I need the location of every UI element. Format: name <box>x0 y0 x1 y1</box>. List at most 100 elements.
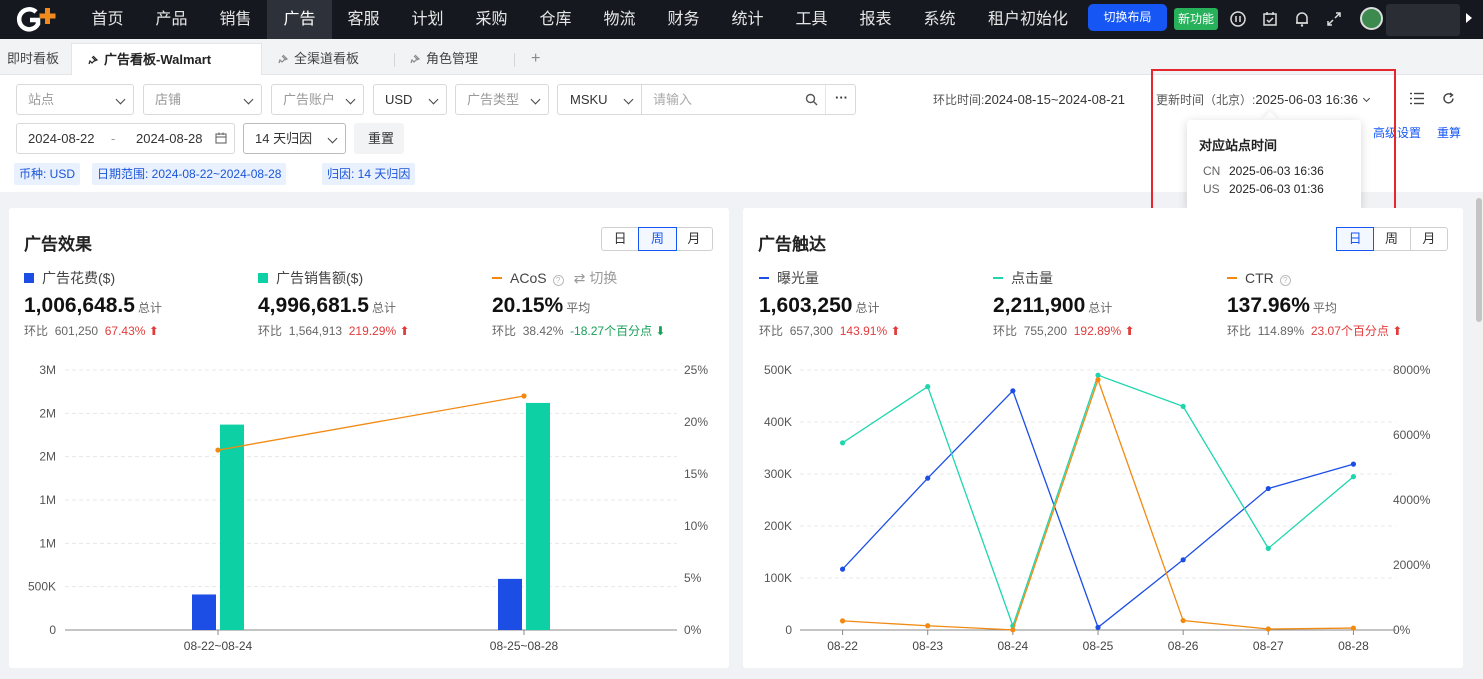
sku-type-select[interactable]: MSKU <box>558 85 641 114</box>
data-point <box>1010 388 1016 394</box>
search-input[interactable]: 请输入 <box>653 85 692 114</box>
user-name-block[interactable] <box>1386 4 1460 36</box>
bell-icon[interactable] <box>1293 10 1311 28</box>
scrollbar-thumb[interactable] <box>1476 198 1482 322</box>
chevron-down-icon <box>428 94 439 105</box>
period-toggle[interactable]: 日周月 <box>1336 227 1448 251</box>
nav-item[interactable]: 销售 <box>219 0 252 39</box>
nav-item[interactable]: 租户初始化 <box>987 0 1069 39</box>
period-month[interactable]: 月 <box>676 228 712 250</box>
chevron-down-icon <box>345 94 356 105</box>
data-point <box>925 475 931 481</box>
fullscreen-icon[interactable] <box>1325 10 1343 28</box>
recalculate-link[interactable]: 重算 <box>1437 124 1461 141</box>
legend-swatch <box>759 277 769 279</box>
pause-icon[interactable] <box>1229 10 1247 28</box>
bar <box>192 594 216 630</box>
caret-right-icon[interactable] <box>1466 13 1472 23</box>
legend-swatch <box>24 273 34 283</box>
attribution-select[interactable]: 14 天归因 <box>243 123 346 154</box>
switch-link[interactable]: 切换 <box>589 270 617 286</box>
data-point <box>1180 557 1186 563</box>
x-tick-label: 08-25~08-28 <box>490 639 559 653</box>
nav-item[interactable]: 首页 <box>91 0 124 39</box>
period-toggle[interactable]: 日周月 <box>601 227 713 251</box>
help-icon[interactable]: ? <box>1279 275 1291 286</box>
data-point <box>521 393 527 399</box>
calendar-check-icon[interactable] <box>1261 10 1279 28</box>
data-point <box>839 440 846 446</box>
site-select[interactable]: 站点 <box>16 84 134 115</box>
reset-button[interactable]: 重置 <box>354 123 404 154</box>
y2-tick-label: 8000% <box>1393 363 1431 377</box>
logo-icon[interactable] <box>14 6 60 33</box>
data-point <box>1180 617 1186 624</box>
new-feature-button[interactable]: 新功能 <box>1174 8 1218 30</box>
y-tick-label: 0 <box>785 623 792 637</box>
nav-item[interactable]: 采购 <box>475 0 508 39</box>
x-tick-label: 08-28 <box>1338 639 1369 653</box>
switch-layout-button[interactable]: 切换布局 <box>1088 4 1167 31</box>
data-point <box>1010 627 1016 633</box>
metric-ctr: CTR? 137.96% 平均 环比 114.89% 23.07个百分点 ⬆ <box>1227 270 1403 338</box>
tab-walmart-ad-board[interactable]: 广告看板-Walmart <box>71 43 262 75</box>
legend-swatch <box>492 277 502 279</box>
store-select[interactable]: 店铺 <box>143 84 262 115</box>
tab-omnichannel-board[interactable]: 全渠道看板 <box>278 43 359 75</box>
period-day[interactable]: 日 <box>1336 227 1375 251</box>
avatar[interactable] <box>1360 7 1383 30</box>
x-tick-label: 08-26 <box>1168 639 1199 653</box>
ad-type-select[interactable]: 广告类型 <box>455 84 549 115</box>
y2-tick-label: 4000% <box>1393 493 1431 507</box>
bar <box>526 402 550 630</box>
nav-item[interactable]: 客服 <box>347 0 380 39</box>
data-point <box>1350 461 1357 467</box>
help-icon[interactable]: ? <box>552 275 564 286</box>
period-day[interactable]: 日 <box>602 228 640 250</box>
pin-icon <box>410 54 420 64</box>
metric-clicks: 点击量 2,211,900 总计 环比 755,200 192.89% ⬆ <box>993 270 1135 338</box>
ad-performance-chart[interactable]: 0 500K 1M 1M 2M 2M 3M 0% 5% 10% 15% 20% 25% 08-22~08-… <box>9 358 729 663</box>
nav-item[interactable]: 计划 <box>411 0 444 39</box>
nav-item[interactable]: 仓库 <box>539 0 572 39</box>
nav-item[interactable]: 系统 <box>923 0 956 39</box>
nav-item[interactable]: 统计 <box>731 0 764 39</box>
more-button[interactable]: ··· <box>835 83 848 112</box>
nav-item[interactable]: 物流 <box>603 0 636 39</box>
nav-item[interactable]: 广告 <box>267 0 332 39</box>
y-tick-label: 1M <box>39 536 56 550</box>
nav-item[interactable]: 报表 <box>859 0 892 39</box>
metric-acos: ACoS? ⇄ 切换 20.15% 平均 环比 38.42% -18.27个百分点 ⬇ <box>492 270 666 338</box>
ad-account-select[interactable]: 广告账户 <box>271 84 364 115</box>
add-tab-button[interactable]: + <box>531 43 540 75</box>
legend-swatch <box>993 277 1003 279</box>
period-month[interactable]: 月 <box>1411 228 1447 250</box>
y-tick-label: 400K <box>764 415 792 429</box>
currency-select[interactable]: USD <box>373 84 447 115</box>
nav-item[interactable]: 财务 <box>667 0 700 39</box>
y-tick-label: 500K <box>28 580 56 594</box>
period-week[interactable]: 周 <box>1373 228 1411 250</box>
date-range-picker[interactable]: 2024-08-22-2024-08-28 <box>16 123 235 154</box>
metric-ad-sales: 广告销售额($) 4,996,681.5 总计 环比 1,564,913 219.… <box>258 270 410 338</box>
period-week[interactable]: 周 <box>638 227 677 251</box>
y2-tick-label: 0% <box>684 623 702 637</box>
y2-tick-label: 5% <box>684 571 702 585</box>
series-line <box>842 374 1354 628</box>
y-tick-label: 500K <box>764 363 792 377</box>
refresh-icon[interactable] <box>1442 92 1455 105</box>
filter-tag-date-range: 日期范围: 2024-08-22~2024-08-28 <box>92 163 287 185</box>
ad-reach-chart[interactable]: 0100K200K300K400K500K0%2000%4000%6000%80… <box>743 358 1463 663</box>
list-settings-icon[interactable] <box>1410 92 1424 105</box>
data-point <box>1265 485 1271 492</box>
tab-instant-board[interactable]: 即时看板 <box>7 43 59 75</box>
switch-icon[interactable]: ⇄ <box>574 270 586 286</box>
sku-search-group: MSKU 请输入 ··· <box>557 84 856 115</box>
nav-item[interactable]: 产品 <box>155 0 188 39</box>
top-navbar: 首页 产品 销售 广告 客服 计划 采购 仓库 物流 财务 统计 工具 报表 系统 租户初始化 切换布局 新… <box>0 0 1483 39</box>
tab-role-management[interactable]: 角色管理 <box>410 43 478 75</box>
pin-icon <box>278 54 288 64</box>
nav-item[interactable]: 工具 <box>795 0 828 39</box>
metric-impressions: 曝光量 1,603,250 总计 环比 657,300 143.91% ⬆ <box>759 270 901 338</box>
search-icon[interactable] <box>805 93 818 106</box>
